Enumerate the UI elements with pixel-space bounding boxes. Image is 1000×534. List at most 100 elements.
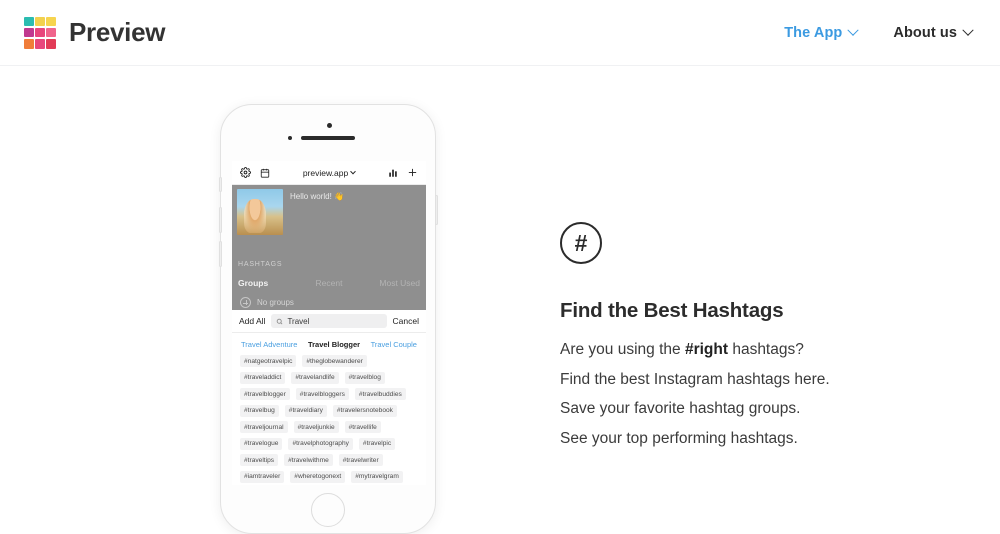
search-input[interactable]: Travel xyxy=(271,314,387,328)
logo-square-8 xyxy=(46,38,56,49)
post-row: Hello world! 👋 xyxy=(232,185,426,235)
plus-icon[interactable] xyxy=(407,167,418,178)
hashtag-chip[interactable]: #travelphotography xyxy=(288,437,353,450)
phone-screen: preview.app Hello world! 👋 HASHTAGS Grou… xyxy=(232,161,426,485)
hashtag-chip-row: #travelblogger #travelbloggers #travelbudd… xyxy=(240,388,418,400)
phone-home-button[interactable] xyxy=(311,493,345,527)
bar-chart-icon[interactable] xyxy=(388,168,398,178)
hashtag-circle-icon: # xyxy=(560,222,602,264)
gear-icon[interactable] xyxy=(240,167,251,178)
app-top-bar: preview.app xyxy=(232,161,426,185)
nav-item-about-us-label: About us xyxy=(893,24,957,41)
chevron-down-icon xyxy=(847,24,860,36)
hashtag-chip-row: #travelbug #traveldiary #travelersnotebook xyxy=(240,404,418,417)
logo-square-2 xyxy=(46,16,56,27)
phone-mockup-column: preview.app Hello world! 👋 HASHTAGS Grou… xyxy=(0,66,560,534)
search-input-value: Travel xyxy=(287,316,310,326)
hashtag-chip[interactable]: #iamtraveler xyxy=(240,470,285,483)
hashtag-chip[interactable]: #traveltips xyxy=(240,454,279,466)
nav-item-the-app-label: The App xyxy=(784,24,843,41)
no-groups-label: No groups xyxy=(257,298,294,307)
category-tab-travel-couple[interactable]: Travel Couple xyxy=(371,340,417,349)
phone-volume-down-button xyxy=(218,241,222,267)
no-groups-row[interactable]: No groups xyxy=(232,297,426,308)
hashtag-chip[interactable]: #traveljunkie xyxy=(293,421,339,433)
hashtag-chip-row: #traveltips #travelwithme #travelwriter xyxy=(240,454,418,466)
hashtag-chip[interactable]: #travelblogger xyxy=(240,388,290,400)
add-all-button[interactable]: Add All xyxy=(239,316,265,326)
phone-volume-up-button xyxy=(218,207,222,233)
group-tab-most-used[interactable]: Most Used xyxy=(359,278,420,288)
group-tab-groups[interactable]: Groups xyxy=(238,278,299,288)
hashtag-chip-row: #natgeotravelpic #theglobewanderer xyxy=(240,355,418,367)
hashtag-chip[interactable]: #natgeotravelpic xyxy=(240,355,297,367)
app-account-name: preview.app xyxy=(302,167,349,178)
hashtag-chip[interactable]: #travelogue xyxy=(240,437,283,450)
group-tabs: Groups Recent Most Used xyxy=(232,278,426,288)
main-navigation: The App About us xyxy=(784,24,974,41)
feature-line-emphasis: #right xyxy=(684,341,729,358)
phone-camera xyxy=(327,123,332,128)
hashtag-chip[interactable]: #traveljournal xyxy=(240,421,288,433)
cancel-button[interactable]: Cancel xyxy=(393,316,419,326)
post-caption: Hello world! 👋 xyxy=(290,192,344,201)
feature-text-column: # Find the Best Hashtags Are you using t… xyxy=(560,66,1000,448)
hashtag-chip[interactable]: #travelbloggers xyxy=(295,388,349,400)
phone-silent-switch xyxy=(218,177,222,192)
hashtag-chip-row: #iamtraveler #wheretogonext #mytravelgram xyxy=(240,470,418,483)
logo-square-1 xyxy=(35,16,45,27)
hashtag-chip[interactable]: #traveldiary xyxy=(284,404,327,417)
logo-square-7 xyxy=(35,38,45,49)
feature-line-list: Are you using the #right hashtags? Find t… xyxy=(560,341,1000,448)
hashtag-search-bar: Add All Travel Cancel xyxy=(232,310,426,333)
hashtag-chip[interactable]: #travelbug xyxy=(240,404,279,417)
hashtag-chip[interactable]: #wheretogonext xyxy=(290,470,346,483)
feature-line-0: Are you using the #right hashtags? xyxy=(560,341,804,358)
hashtag-chip-row: #travelogue #travelphotography #travelpic xyxy=(240,437,418,450)
hashtag-glyph: # xyxy=(574,229,588,256)
category-tab-travel-adventure[interactable]: Travel Adventure xyxy=(241,340,297,349)
phone-speaker xyxy=(301,136,355,140)
hashtag-chip[interactable]: #travelpic xyxy=(358,437,396,450)
preview-logo-icon xyxy=(24,16,56,49)
app-account-selector[interactable]: preview.app xyxy=(302,167,357,178)
nav-item-about-us[interactable]: About us xyxy=(893,24,974,41)
hashtag-category-tabs: Travel Adventure Travel Blogger Travel C… xyxy=(232,333,426,355)
feature-line-1: Find the best Instagram hashtags here. xyxy=(560,370,830,388)
hashtag-chip[interactable]: #travelandlife xyxy=(291,371,339,384)
logo-square-3 xyxy=(24,27,34,38)
search-icon xyxy=(277,318,283,324)
hashtag-chip[interactable]: #travellife xyxy=(344,421,381,433)
logo-square-6 xyxy=(24,38,34,49)
hashtag-chip[interactable]: #travelbuddies xyxy=(354,388,406,400)
group-tab-recent[interactable]: Recent xyxy=(299,278,360,288)
brand-logo[interactable]: Preview xyxy=(24,16,166,49)
post-thumbnail[interactable] xyxy=(237,189,283,235)
hashtag-chip[interactable]: #travelwriter xyxy=(338,454,383,466)
feature-line-3: See your top performing hashtags. xyxy=(560,429,798,447)
chevron-down-icon xyxy=(962,24,974,36)
phone-power-button xyxy=(434,195,438,225)
hashtag-chip[interactable]: #traveladdict xyxy=(240,371,286,384)
hashtag-chip-list: #natgeotravelpic #theglobewanderer #travel… xyxy=(232,355,426,483)
hashtags-section-label: HASHTAGS xyxy=(238,261,283,268)
hashtag-chip-row: #traveladdict #travelandlife #travelblog xyxy=(240,371,418,384)
plus-circle-icon xyxy=(240,297,251,308)
page-content: preview.app Hello world! 👋 HASHTAGS Grou… xyxy=(0,66,1000,534)
site-header: Preview The App About us xyxy=(0,0,1000,66)
hashtag-chip[interactable]: #travelwithme xyxy=(284,454,333,466)
calendar-icon[interactable] xyxy=(260,168,270,178)
logo-square-5 xyxy=(46,27,56,38)
category-tab-travel-blogger[interactable]: Travel Blogger xyxy=(308,340,360,349)
brand-name: Preview xyxy=(69,17,166,47)
page-title: Find the Best Hashtags xyxy=(560,299,784,322)
hashtag-chip[interactable]: #theglobewanderer xyxy=(302,355,367,367)
phone-sensor xyxy=(288,136,292,140)
nav-item-the-app[interactable]: The App xyxy=(784,24,860,41)
hashtag-chip[interactable]: #travelersnotebook xyxy=(332,404,397,417)
hashtag-chip[interactable]: #mytravelgram xyxy=(351,470,403,483)
logo-square-4 xyxy=(35,27,45,38)
hashtag-chip[interactable]: #travelblog xyxy=(344,371,385,384)
chevron-down-icon xyxy=(350,168,357,174)
phone-mockup: preview.app Hello world! 👋 HASHTAGS Grou… xyxy=(218,104,438,534)
